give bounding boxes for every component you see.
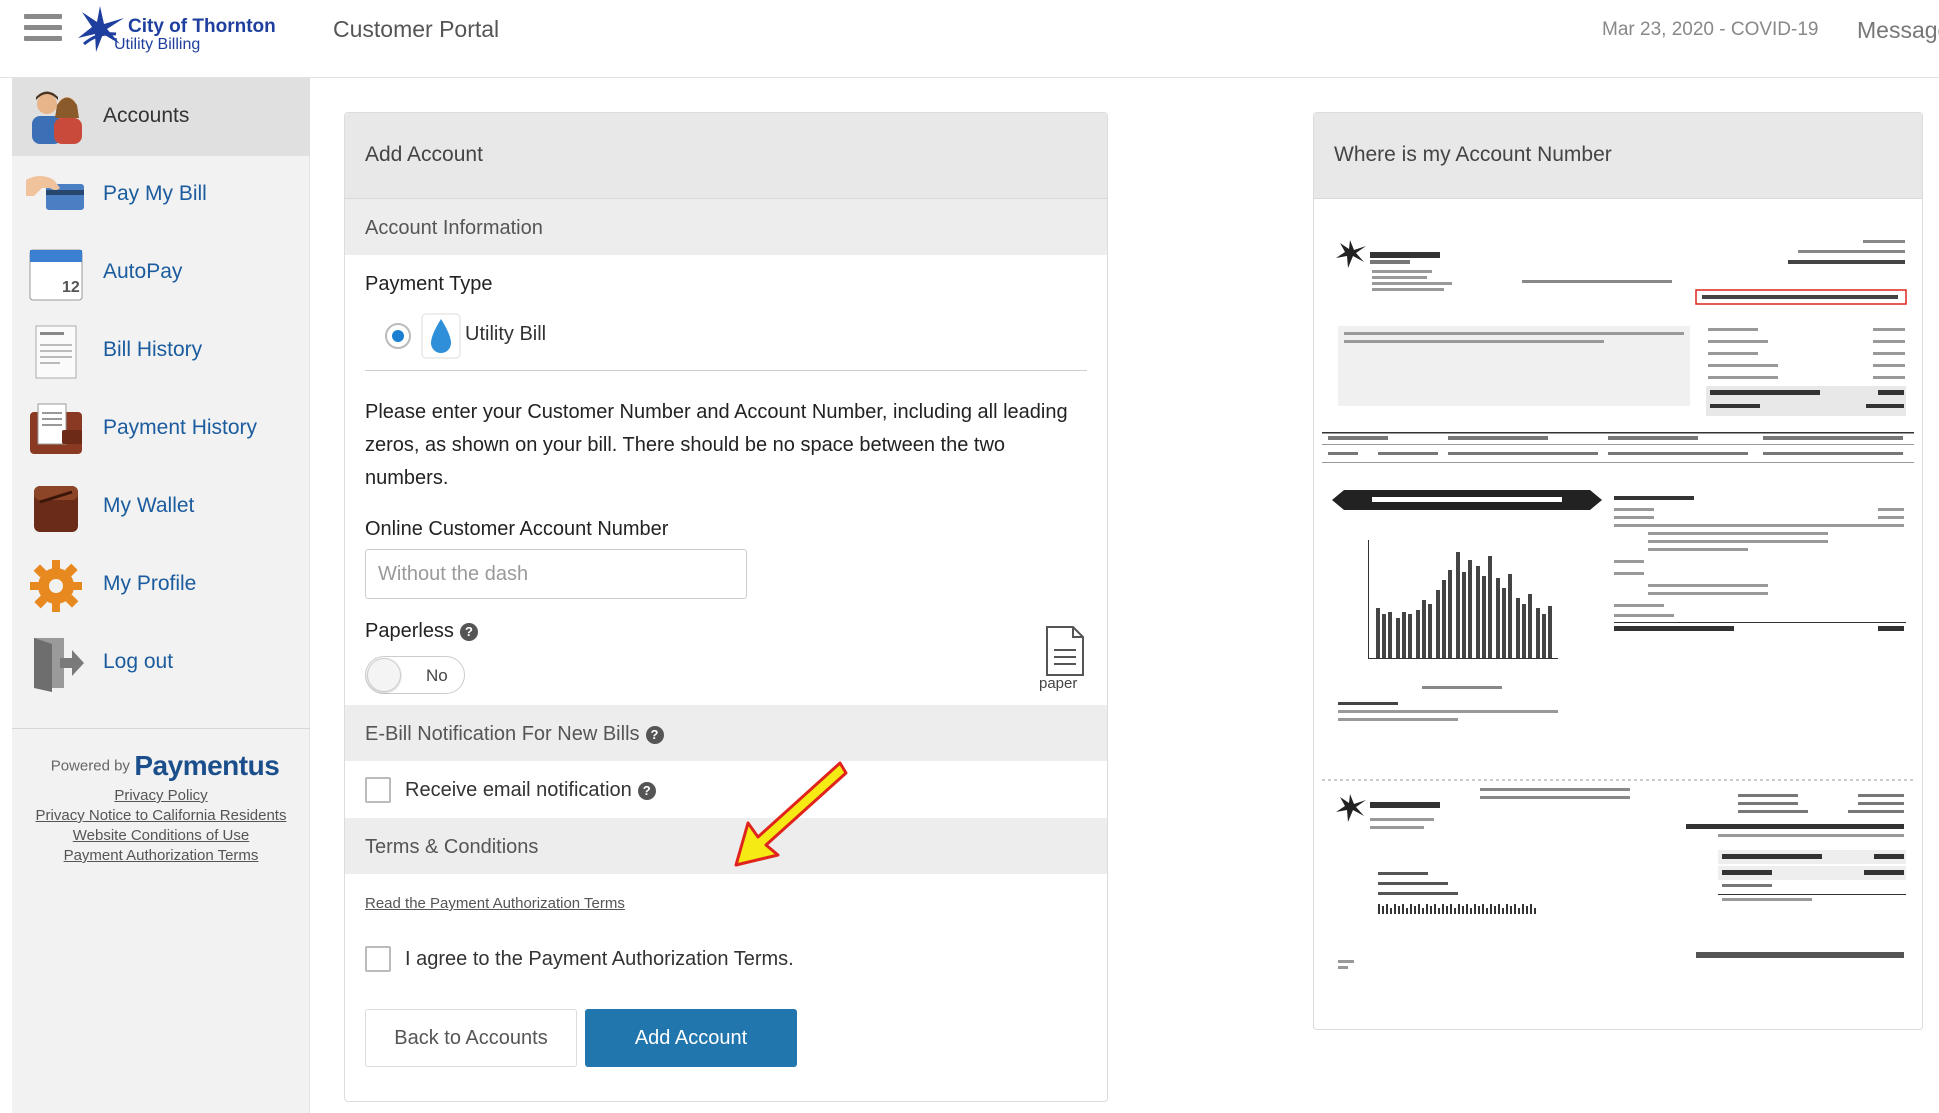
svg-text:12: 12 [62,279,80,296]
sample-bill-image [1318,200,1918,1026]
payment-type-label: Payment Type [365,273,493,295]
sidebar-item-accounts[interactable]: Accounts [12,78,310,156]
accounts-people-icon [32,91,82,144]
account-info-section: Account Information [345,199,1107,255]
paperless-label: Paperless [365,620,454,642]
account-info-heading: Account Information [365,217,543,239]
terms-heading: Terms & Conditions [365,836,539,858]
sidebar-item-my-wallet[interactable]: My Wallet [12,468,310,546]
add-account-title: Add Account [365,143,483,166]
terms-section: Terms & Conditions [345,818,1107,874]
sidebar-item-label: Pay My Bill [103,182,207,205]
payment-authorization-terms-link[interactable]: Payment Authorization Terms [12,846,310,866]
instructions-text: Please enter your Customer Number and Ac… [365,401,1068,489]
back-to-accounts-button[interactable]: Back to Accounts [365,1009,577,1067]
website-conditions-link[interactable]: Website Conditions of Use [12,826,310,846]
toggle-knob [367,658,401,692]
sidebar-item-bill-history[interactable]: Bill History [12,312,310,390]
gear-icon [30,560,82,612]
logo-text-utility: Utility Billing [114,36,201,53]
powered-by-text: Powered by [50,757,130,775]
paperless-label-wrap: Paperless? [365,620,478,643]
paymentus-logo: Paymentus [134,750,280,781]
account-number-label: Online Customer Account Number [365,518,669,540]
yellow-arrow-icon [734,761,848,867]
ebill-help-icon[interactable]: ? [645,726,664,744]
sidebar-divider [12,728,310,729]
agree-terms-checkbox[interactable] [365,946,391,972]
sidebar-item-label: My Wallet [103,494,195,517]
paperless-help-icon[interactable]: ? [459,623,478,641]
toggle-state: No [426,666,448,685]
sidebar-item-autopay[interactable]: 12 AutoPay [12,234,310,312]
ebill-section: E-Bill Notification For New Bills? [345,705,1107,761]
wallet-icon [34,486,78,532]
paperless-toggle[interactable]: No [365,656,465,694]
read-terms-link[interactable]: Read the Payment Authorization Terms [365,895,625,912]
sidebar-item-pay-my-bill[interactable]: Pay My Bill [12,156,310,234]
ebill-heading: E-Bill Notification For New Bills [365,723,640,745]
divider [365,370,1087,371]
portal-title: Customer Portal [333,16,500,42]
covid-notice-link[interactable]: Mar 23, 2020 - COVID-19 [1602,19,1818,41]
sidebar-item-label: Accounts [103,104,190,127]
sidebar-item-payment-history[interactable]: Payment History [12,390,310,468]
sidebar-item-label: Bill History [103,338,203,361]
top-bar: City of Thornton Utility Billing Custome… [0,0,1939,78]
sidebar-item-label: Payment History [103,416,258,439]
receive-email-label-wrap: Receive email notification? [405,779,656,802]
calendar-icon: 12 [29,249,83,301]
utility-bill-label: Utility Bill [465,323,547,345]
footer-links: Privacy Policy Privacy Notice to Califor… [12,786,310,866]
sidebar-item-label: My Profile [103,572,197,595]
invoices-icon [35,325,77,379]
sidebar-item-label: AutoPay [103,260,183,283]
agree-terms-label: I agree to the Payment Authorization Ter… [405,948,794,970]
hand-card-icon [26,176,84,210]
account-number-help-header: Where is my Account Number [1314,113,1922,199]
add-account-card: Add Account Account Information Payment … [344,112,1108,1102]
sidebar: Accounts Pay My Bill 12 AutoPay Bill His… [12,78,310,1113]
hamburger-menu-icon[interactable] [24,14,62,46]
privacy-policy-link[interactable]: Privacy Policy [12,786,310,806]
account-number-help-title: Where is my Account Number [1334,143,1612,166]
sidebar-item-log-out[interactable]: Log out [12,624,310,702]
email-help-icon[interactable]: ? [637,782,656,800]
water-drop-icon [421,313,461,359]
paper-document-icon [1046,626,1084,676]
city-logo[interactable]: City of Thornton Utility Billing [76,4,286,58]
add-account-header: Add Account [345,113,1107,199]
messages-link[interactable]: Messages [1857,17,1939,44]
receive-email-label: Receive email notification [405,779,632,801]
door-exit-icon [34,638,84,692]
privacy-notice-california-link[interactable]: Privacy Notice to California Residents [12,806,310,826]
utility-bill-radio[interactable] [385,323,411,349]
logo-text-city: City of Thornton [128,16,276,37]
powered-by: Powered by Paymentus [50,750,280,782]
account-number-input[interactable] [365,549,747,599]
ledger-icon [30,403,82,454]
ebill-heading-wrap: E-Bill Notification For New Bills? [365,723,664,746]
sidebar-item-label: Log out [103,650,174,673]
receive-email-checkbox[interactable] [365,777,391,803]
add-account-button[interactable]: Add Account [585,1009,797,1067]
sidebar-item-my-profile[interactable]: My Profile [12,546,310,624]
paper-label: paper [1039,675,1078,692]
